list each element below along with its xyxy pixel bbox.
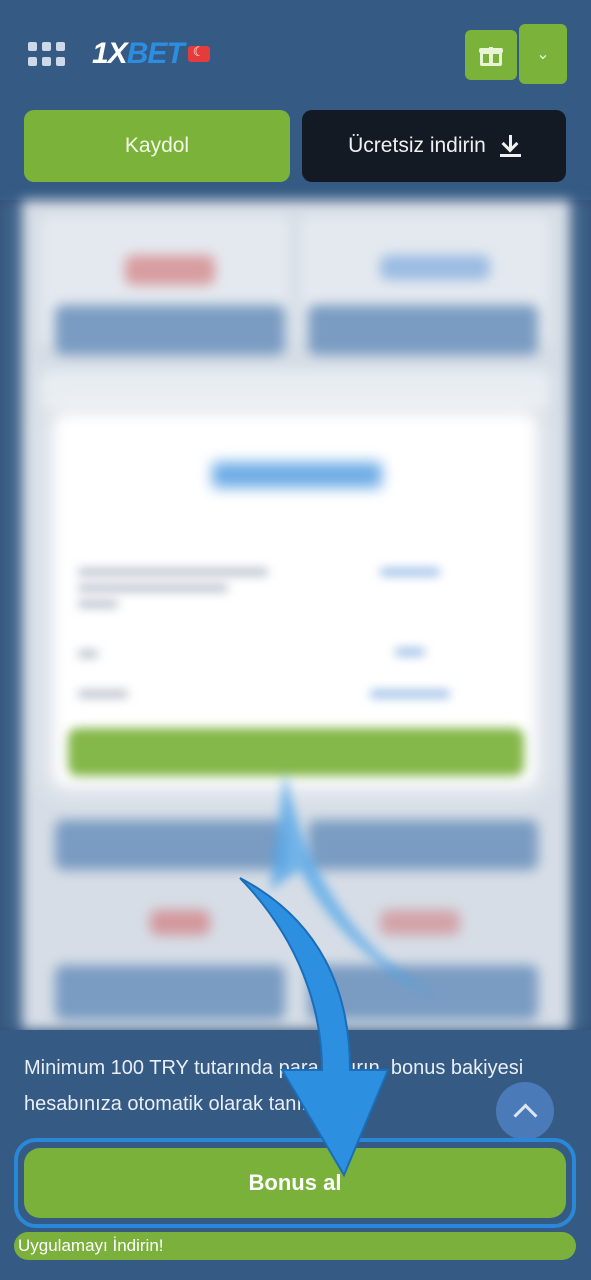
register-button[interactable]: Kaydol xyxy=(24,110,290,182)
logo-text: 1XBET xyxy=(92,37,185,70)
gift-icon xyxy=(479,44,503,66)
download-icon xyxy=(499,135,521,157)
grid-menu-icon[interactable] xyxy=(28,42,66,68)
blurred-modal-logo xyxy=(212,462,382,488)
bonus-button[interactable]: Bonus al xyxy=(24,1148,566,1218)
chevron-up-icon xyxy=(512,1102,538,1128)
dropdown-button[interactable]: ⌄ xyxy=(519,24,567,84)
turkey-flag-icon xyxy=(187,44,210,62)
download-label: Ücretsiz indirin xyxy=(348,134,486,157)
chevron-down-icon: ⌄ xyxy=(536,46,550,63)
scroll-to-top-button[interactable] xyxy=(496,1082,554,1140)
blurred-modal-button xyxy=(68,728,524,776)
top-header: 1XBET ⌄ Kaydol Ücretsiz indirin xyxy=(0,0,591,200)
download-app-bar[interactable]: Uygulamayı İndirin! xyxy=(14,1232,576,1260)
brand-logo[interactable]: 1XBET xyxy=(92,36,210,72)
gift-button[interactable] xyxy=(465,30,517,80)
promo-text: Minimum 100 TRY tutarında para yatırın, … xyxy=(24,1057,524,1115)
download-button[interactable]: Ücretsiz indirin xyxy=(302,110,566,182)
